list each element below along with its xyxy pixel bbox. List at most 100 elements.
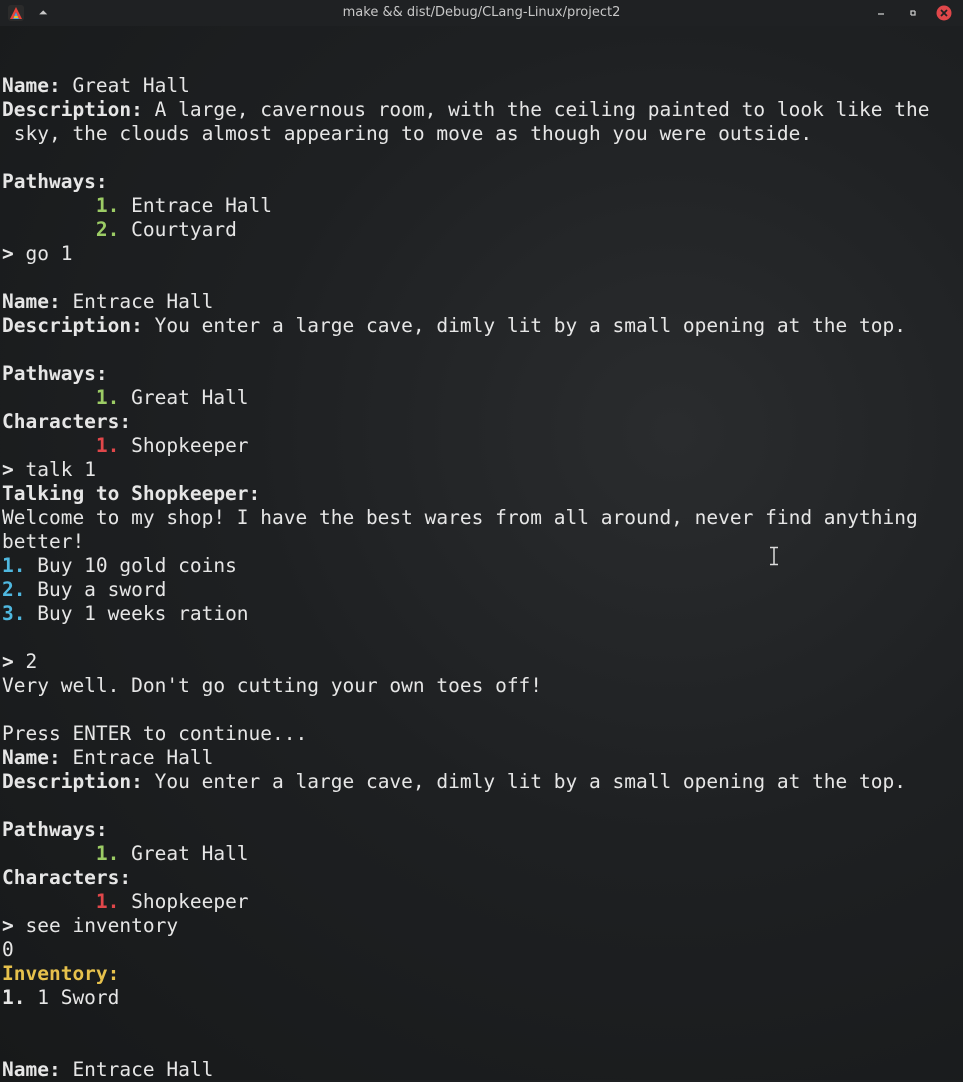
list-number: 2. [2, 578, 26, 601]
line-text: Entrace Hall [119, 194, 273, 217]
terminal-line: sky, the clouds almost appearing to move… [2, 122, 960, 146]
line-text: Courtyard [119, 218, 237, 241]
line-label: > [2, 458, 14, 481]
line-label: Characters: [2, 866, 132, 889]
list-number: 1. [2, 554, 26, 577]
line-label: Name: [2, 746, 61, 769]
line-text: Entrace Hall [60, 290, 214, 313]
line-text: 0 [2, 938, 14, 961]
terminal-line: Name: Entrace Hall [2, 1058, 960, 1082]
line-text: Buy a sword [25, 578, 167, 601]
line-text: Great Hall [119, 386, 249, 409]
minimize-icon[interactable] [873, 5, 889, 21]
list-number: 1. [95, 434, 120, 457]
line-text: Entrace Hall [60, 1058, 214, 1081]
window-title: make && dist/Debug/CLang-Linux/project2 [342, 5, 621, 20]
line-text: Press ENTER to continue... [2, 722, 308, 745]
line-label: Inventory: [2, 962, 120, 985]
line-text: 1 Sword [25, 986, 120, 1009]
terminal-line: Name: Entrace Hall [2, 290, 960, 314]
line-text: A large, cavernous room, with the ceilin… [142, 98, 930, 121]
terminal-line: 3. Buy 1 weeks ration [2, 602, 960, 626]
line-label: Talking to Shopkeeper: [2, 482, 261, 505]
terminal-line: Description: You enter a large cave, dim… [2, 770, 960, 794]
line-label: Pathways: [2, 362, 108, 385]
line-label: Characters: [2, 410, 132, 433]
terminal-line: Name: Entrace Hall [2, 746, 960, 770]
terminal-line: Talking to Shopkeeper: [2, 482, 960, 506]
line-label: Description: [2, 770, 143, 793]
line-text: sky, the clouds almost appearing to move… [2, 122, 813, 145]
line-label: > [2, 914, 14, 937]
text-cursor-icon [770, 546, 778, 566]
maximize-icon[interactable] [905, 5, 921, 21]
line-text: see inventory [13, 914, 179, 937]
line-text: Very well. Don't go cutting your own toe… [2, 674, 543, 697]
terminal-line: Very well. Don't go cutting your own toe… [2, 674, 960, 698]
terminal-line: > talk 1 [2, 458, 960, 482]
line-label: 1. [2, 986, 26, 1009]
line-text: Great Hall [60, 74, 190, 97]
terminal-line: Pathways: [2, 170, 960, 194]
terminal-line: Pathways: [2, 818, 960, 842]
line-text: talk 1 [13, 458, 96, 481]
line-text: Buy 10 gold coins [25, 554, 237, 577]
terminal-line: 0 [2, 938, 960, 962]
terminal-line: 2. Buy a sword [2, 578, 960, 602]
line-text: Entrace Hall [60, 746, 214, 769]
line-text: Shopkeeper [119, 890, 249, 913]
terminal-line: better! [2, 530, 960, 554]
terminal-line: Welcome to my shop! I have the best ware… [2, 506, 960, 530]
terminal-line: Characters: [2, 410, 960, 434]
line-text: Great Hall [119, 842, 249, 865]
line-label: Name: [2, 1058, 61, 1081]
close-icon[interactable] [936, 5, 952, 21]
line-label: Pathways: [2, 170, 108, 193]
line-label: Description: [2, 314, 143, 337]
terminal-line: 1. Entrace Hall [2, 194, 960, 218]
line-text: better! [2, 530, 85, 553]
line-text: You enter a large cave, dimly lit by a s… [142, 314, 906, 337]
list-number: 3. [2, 602, 26, 625]
list-number: 1. [95, 842, 120, 865]
list-number: 1. [95, 194, 120, 217]
line-label: > [2, 242, 14, 265]
terminal-line: > go 1 [2, 242, 960, 266]
line-text: Buy 1 weeks ration [25, 602, 249, 625]
line-text: go 1 [13, 242, 73, 265]
terminal-line: 1. Shopkeeper [2, 434, 960, 458]
line-label: > [2, 650, 14, 673]
terminal-line: Description: A large, cavernous room, wi… [2, 98, 960, 122]
line-label: Description: [2, 98, 143, 121]
line-text: You enter a large cave, dimly lit by a s… [142, 770, 906, 793]
line-label: Name: [2, 74, 61, 97]
terminal-line: 1. 1 Sword [2, 986, 960, 1010]
title-bar: ⏶ make && dist/Debug/CLang-Linux/project… [0, 0, 963, 26]
line-label: Pathways: [2, 818, 108, 841]
terminal-line: Pathways: [2, 362, 960, 386]
line-text: Shopkeeper [119, 434, 249, 457]
terminal-line: Inventory: [2, 962, 960, 986]
terminal-line: Press ENTER to continue... [2, 722, 960, 746]
terminal-line: 1. Buy 10 gold coins [2, 554, 960, 578]
terminal-line: > see inventory [2, 914, 960, 938]
line-text: 2 [13, 650, 38, 673]
list-number: 2. [95, 218, 120, 241]
terminal-output[interactable]: Name: Great Hall Description: A large, ca… [2, 74, 960, 1082]
terminal-line: 1. Great Hall [2, 842, 960, 866]
list-number: 1. [95, 386, 120, 409]
terminal-line: 1. Great Hall [2, 386, 960, 410]
line-label: Name: [2, 290, 61, 313]
line-text: Welcome to my shop! I have the best ware… [2, 506, 918, 529]
